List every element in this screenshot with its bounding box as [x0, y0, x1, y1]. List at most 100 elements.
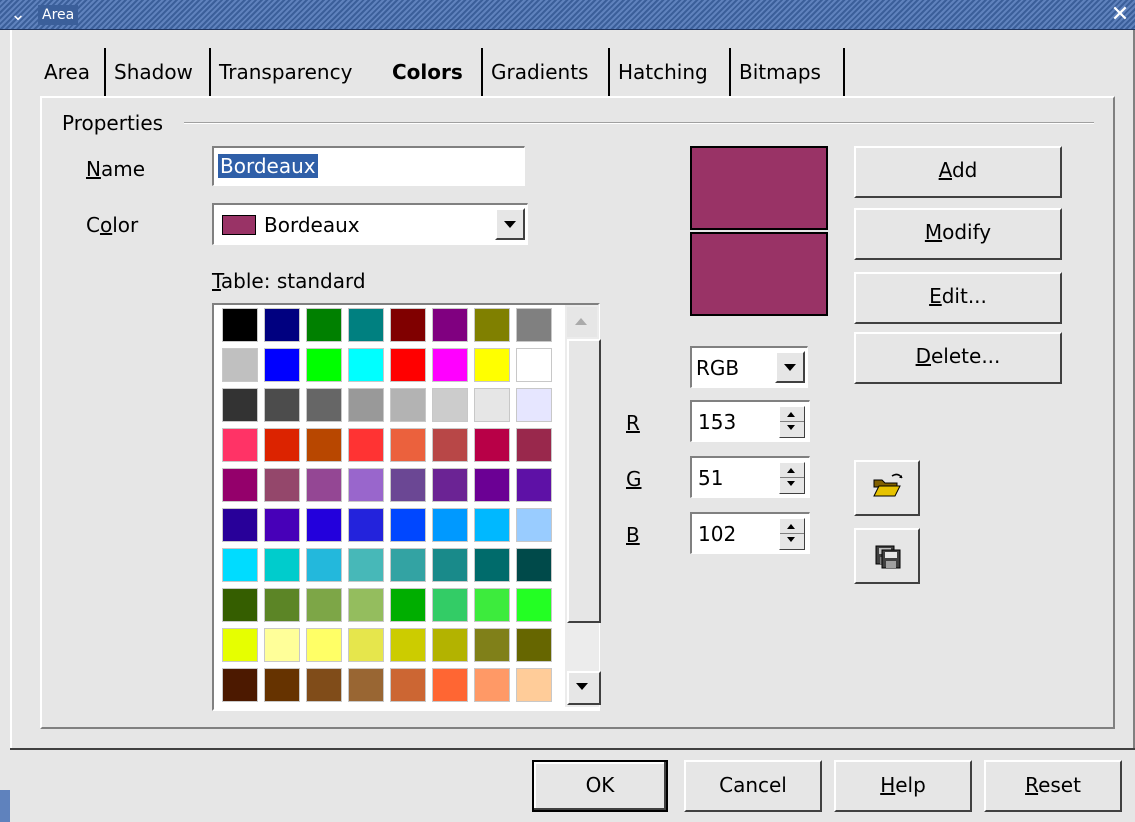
- palette-swatch[interactable]: [264, 468, 300, 502]
- palette-swatch[interactable]: [432, 348, 468, 382]
- r-spin-field[interactable]: 153: [690, 400, 810, 442]
- palette-swatch[interactable]: [390, 468, 426, 502]
- palette-swatch[interactable]: [390, 628, 426, 662]
- palette-swatch[interactable]: [516, 428, 552, 462]
- palette-swatch[interactable]: [306, 428, 342, 462]
- palette-swatch[interactable]: [222, 468, 258, 502]
- palette-swatch[interactable]: [516, 548, 552, 582]
- palette-swatch[interactable]: [432, 308, 468, 342]
- color-model-dropdown-button[interactable]: [775, 351, 805, 383]
- tab-area[interactable]: Area: [36, 48, 98, 96]
- palette-swatch[interactable]: [222, 668, 258, 702]
- edit-button[interactable]: Edit...: [854, 272, 1062, 324]
- palette-swatch[interactable]: [264, 308, 300, 342]
- reset-button[interactable]: Reset: [984, 760, 1122, 812]
- tab-transparency[interactable]: Transparency: [209, 48, 360, 96]
- name-input[interactable]: Bordeaux: [212, 146, 525, 186]
- palette-swatch[interactable]: [222, 388, 258, 422]
- palette-swatch[interactable]: [432, 548, 468, 582]
- r-spin-buttons[interactable]: [779, 406, 805, 438]
- palette-swatch[interactable]: [264, 508, 300, 542]
- palette-swatch[interactable]: [516, 348, 552, 382]
- palette-swatch[interactable]: [348, 668, 384, 702]
- add-button[interactable]: Add: [854, 146, 1062, 198]
- palette-swatch[interactable]: [306, 308, 342, 342]
- palette-swatch[interactable]: [390, 508, 426, 542]
- tab-hatching[interactable]: Hatching: [608, 48, 716, 96]
- b-spin-field[interactable]: 102: [690, 512, 810, 554]
- modify-button[interactable]: Modify: [854, 208, 1062, 260]
- palette-swatch[interactable]: [516, 628, 552, 662]
- palette-swatch[interactable]: [516, 468, 552, 502]
- palette-swatch[interactable]: [306, 348, 342, 382]
- palette-swatch[interactable]: [222, 628, 258, 662]
- palette-swatch[interactable]: [432, 428, 468, 462]
- palette-swatch[interactable]: [474, 388, 510, 422]
- palette-swatch[interactable]: [516, 588, 552, 622]
- palette-swatch[interactable]: [474, 668, 510, 702]
- palette-swatch[interactable]: [222, 308, 258, 342]
- palette-swatch[interactable]: [348, 388, 384, 422]
- b-spin-buttons[interactable]: [779, 518, 805, 550]
- tab-gradients[interactable]: Gradients: [481, 48, 596, 96]
- title-bar[interactable]: ⌄ Area ✕: [0, 0, 1135, 30]
- tab-bitmaps[interactable]: Bitmaps: [729, 48, 829, 96]
- palette-swatch[interactable]: [348, 588, 384, 622]
- palette-swatch[interactable]: [474, 628, 510, 662]
- palette-swatch[interactable]: [306, 588, 342, 622]
- palette-swatch[interactable]: [432, 588, 468, 622]
- palette-swatch[interactable]: [264, 588, 300, 622]
- scroll-up-button[interactable]: [567, 307, 597, 337]
- palette-swatch[interactable]: [474, 548, 510, 582]
- palette-swatch[interactable]: [516, 508, 552, 542]
- palette-swatch[interactable]: [306, 508, 342, 542]
- palette-swatch[interactable]: [222, 348, 258, 382]
- tab-colors[interactable]: Colors: [384, 48, 471, 96]
- palette-swatch[interactable]: [348, 348, 384, 382]
- palette-swatch[interactable]: [348, 468, 384, 502]
- color-dropdown-button[interactable]: [495, 208, 525, 240]
- palette-swatch[interactable]: [306, 468, 342, 502]
- cancel-button[interactable]: Cancel: [684, 760, 822, 812]
- tab-shadow[interactable]: Shadow: [104, 48, 201, 96]
- palette-swatch[interactable]: [348, 508, 384, 542]
- palette-swatch[interactable]: [390, 348, 426, 382]
- palette-swatch[interactable]: [264, 428, 300, 462]
- palette-swatch[interactable]: [264, 388, 300, 422]
- palette-swatch[interactable]: [474, 468, 510, 502]
- palette-swatch[interactable]: [264, 628, 300, 662]
- palette-scrollbar[interactable]: [565, 305, 601, 707]
- palette-swatch[interactable]: [474, 308, 510, 342]
- scrollbar-thumb[interactable]: [567, 339, 601, 623]
- palette-swatch[interactable]: [306, 548, 342, 582]
- palette-swatch[interactable]: [264, 348, 300, 382]
- palette-swatch[interactable]: [390, 668, 426, 702]
- palette-swatch[interactable]: [306, 668, 342, 702]
- palette-swatch[interactable]: [432, 628, 468, 662]
- g-spin-buttons[interactable]: [779, 462, 805, 494]
- save-color-list-button[interactable]: [854, 528, 920, 584]
- palette-swatch[interactable]: [474, 348, 510, 382]
- palette-swatch[interactable]: [390, 308, 426, 342]
- close-icon[interactable]: ✕: [1107, 2, 1133, 28]
- help-button[interactable]: Help: [834, 760, 972, 812]
- palette-swatch[interactable]: [516, 308, 552, 342]
- palette-swatch[interactable]: [390, 428, 426, 462]
- palette-swatch[interactable]: [474, 428, 510, 462]
- palette-swatch[interactable]: [264, 668, 300, 702]
- palette-swatch[interactable]: [348, 548, 384, 582]
- delete-button[interactable]: Delete...: [854, 332, 1062, 384]
- ok-button[interactable]: OK: [532, 760, 668, 812]
- palette-swatch[interactable]: [222, 428, 258, 462]
- palette-swatch[interactable]: [222, 548, 258, 582]
- palette-swatch[interactable]: [306, 388, 342, 422]
- palette-swatch[interactable]: [474, 588, 510, 622]
- palette-swatch[interactable]: [432, 468, 468, 502]
- palette-swatch[interactable]: [516, 388, 552, 422]
- palette-swatch[interactable]: [348, 428, 384, 462]
- palette-swatch[interactable]: [306, 628, 342, 662]
- palette-swatch[interactable]: [348, 308, 384, 342]
- palette-swatch[interactable]: [432, 508, 468, 542]
- palette-swatch[interactable]: [390, 588, 426, 622]
- palette-swatch[interactable]: [348, 628, 384, 662]
